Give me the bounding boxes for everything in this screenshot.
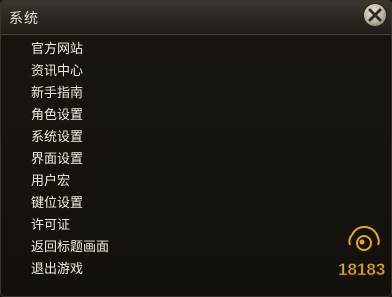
menu-item-character-settings[interactable]: 角色设置 <box>31 105 291 127</box>
menu-item-license[interactable]: 许可证 <box>31 215 291 237</box>
close-button[interactable] <box>364 4 386 26</box>
menu-item-exit-game[interactable]: 退出游戏 <box>31 259 291 281</box>
menu-item-official-site[interactable]: 官方网站 <box>31 39 291 61</box>
menu-item-return-to-title[interactable]: 返回标题画面 <box>31 237 291 259</box>
menu-item-keybind-settings[interactable]: 键位设置 <box>31 193 291 215</box>
window-title: 系统 <box>9 11 39 27</box>
menu-item-system-settings[interactable]: 系统设置 <box>31 127 291 149</box>
watermark-text: 18183 <box>338 260 385 279</box>
system-menu-list: 官方网站 资讯中心 新手指南 角色设置 系统设置 界面设置 用户宏 键位设置 许… <box>31 39 291 281</box>
site-logo-icon: 18183 <box>336 223 386 293</box>
menu-item-ui-settings[interactable]: 界面设置 <box>31 149 291 171</box>
menu-item-user-macros[interactable]: 用户宏 <box>31 171 291 193</box>
menu-item-news-center[interactable]: 资讯中心 <box>31 61 291 83</box>
window-titlebar: 系统 <box>1 1 391 35</box>
menu-item-beginner-guide[interactable]: 新手指南 <box>31 83 291 105</box>
close-x-icon <box>368 8 382 22</box>
system-menu-window: 系统 官方网站 资讯中心 新手指南 角色设置 系统设置 界面设置 用户宏 键位设… <box>0 0 392 297</box>
